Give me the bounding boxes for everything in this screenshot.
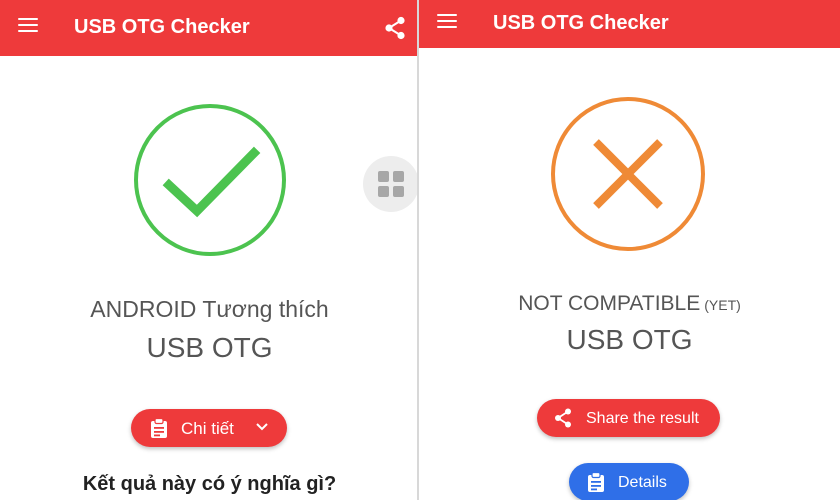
app-title: USB OTG Checker xyxy=(74,16,250,38)
grid-icon xyxy=(378,171,404,197)
details-button-label: Details xyxy=(618,474,667,491)
details-button[interactable]: Details xyxy=(569,463,689,500)
compatibility-status: NOT COMPATIBLE (YET) xyxy=(419,292,840,316)
feature-name: USB OTG xyxy=(566,324,693,355)
meaning-heading: Kết quả này có ý nghĩa gì? xyxy=(82,473,337,495)
app-bar: USB OTG Checker xyxy=(419,0,840,48)
cross-icon xyxy=(551,97,705,251)
clipboard-icon xyxy=(151,418,167,438)
right-screen: USB OTG Checker NOT COMPATIBLE (YET) USB … xyxy=(419,0,840,500)
yet-qualifier: (YET) xyxy=(704,297,741,313)
menu-icon[interactable] xyxy=(18,18,38,34)
clipboard-icon xyxy=(588,472,604,492)
app-bar: USB OTG Checker xyxy=(0,0,419,56)
check-icon xyxy=(134,104,286,256)
compatibility-status-text: NOT COMPATIBLE xyxy=(518,292,701,315)
app-title: USB OTG Checker xyxy=(493,12,669,34)
apps-grid-button[interactable] xyxy=(363,156,419,212)
chevron-down-icon xyxy=(256,423,268,431)
share-icon[interactable] xyxy=(384,16,406,40)
details-button-label: Chi tiết xyxy=(181,419,234,438)
share-icon xyxy=(555,408,571,428)
share-result-button[interactable]: Share the result xyxy=(537,399,720,437)
share-result-label: Share the result xyxy=(586,410,699,427)
left-screen: USB OTG Checker ANDROID Tương thích USB … xyxy=(0,0,419,500)
feature-name: USB OTG xyxy=(146,332,273,363)
compatibility-status: ANDROID Tương thích xyxy=(90,296,329,322)
menu-icon[interactable] xyxy=(437,14,457,30)
details-button[interactable]: Chi tiết xyxy=(131,409,287,447)
